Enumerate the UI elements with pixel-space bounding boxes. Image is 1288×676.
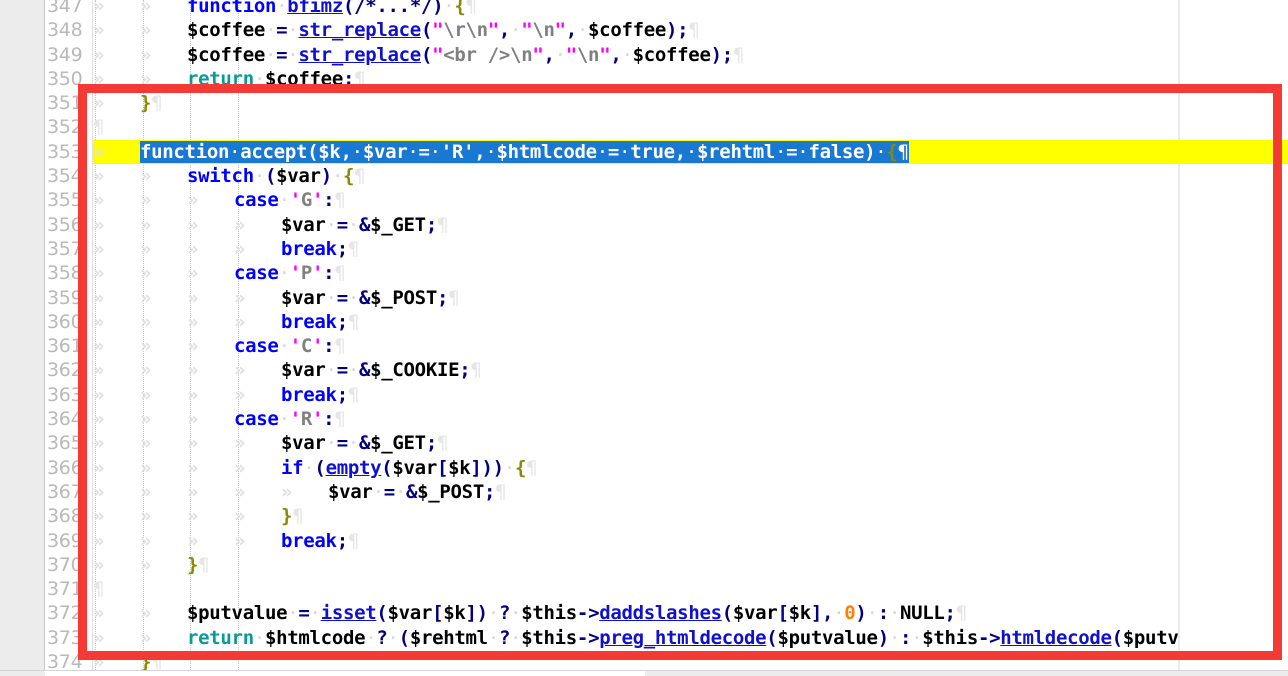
code-line-text[interactable]: »»»» $var·=·&$_POST;¶ [93, 286, 460, 310]
code-editor-window: 347 »» function·bfimz(/*...*/)·{¶ 348 »» $cof… [0, 0, 1288, 676]
code-line[interactable]: 366 »»»» if·(empty($var[$k]))·{¶ [0, 456, 1288, 480]
line-number: 359 [47, 286, 83, 309]
code-line[interactable]: 368 »»»»}¶ [0, 504, 1288, 528]
line-number: 349 [47, 43, 83, 66]
line-number: 354 [47, 165, 83, 188]
line-number: 373 [47, 626, 83, 649]
line-number: 368 [47, 505, 83, 528]
bottom-edge-inner [45, 671, 645, 676]
line-number: 350 [47, 67, 83, 90]
code-line-text[interactable]: »»»»» $var·=·&$_POST;¶ [93, 480, 507, 504]
code-line[interactable]: 360 »»»» break;¶ [0, 310, 1288, 334]
code-line-text[interactable]: »»»» $var·=·&$_GET;¶ [93, 213, 448, 237]
code-line[interactable]: 364 »»» case·'R':¶ [0, 407, 1288, 431]
line-number: 351 [47, 92, 83, 115]
code-line-text[interactable]: »»» case·'R':¶ [93, 407, 346, 431]
code-line-text[interactable]: »»»» $var·=·&$_COOKIE;¶ [93, 358, 482, 382]
code-line[interactable]: 350 »» return·$coffee;¶ [0, 67, 1288, 91]
code-line[interactable]: 353 » function·accept($k,·$var·=·'R',·$htm… [0, 139, 1288, 165]
code-line-text[interactable]: »»» case·'C':¶ [93, 334, 346, 358]
code-line[interactable]: 356 »»»» $var·=·&$_GET;¶ [0, 213, 1288, 237]
code-line[interactable]: 369 »»»» break;¶ [0, 529, 1288, 553]
code-line-text[interactable]: »»»» break;¶ [93, 529, 359, 553]
code-line-text[interactable]: »»» case·'G':¶ [93, 188, 346, 212]
text-selection: function·accept($k,·$var·=·'R',·$htmlcod… [140, 140, 909, 163]
line-number: 365 [47, 432, 83, 455]
code-line-text[interactable]: »»»» break;¶ [93, 237, 359, 261]
line-number: 360 [47, 310, 83, 333]
code-line[interactable]: 370 »»}¶ [0, 553, 1288, 577]
line-number: 366 [47, 456, 83, 479]
code-line[interactable]: 352 ¶ [0, 115, 1288, 139]
code-line-text[interactable]: »»» case·'P':¶ [93, 261, 346, 285]
line-number: 364 [47, 408, 83, 431]
line-number: 372 [47, 602, 83, 625]
code-line-text[interactable]: »»»»}¶ [93, 504, 304, 528]
code-line-text[interactable]: ¶ [93, 115, 104, 139]
line-number: 355 [47, 189, 83, 212]
code-line[interactable]: 362 »»»» $var·=·&$_COOKIE;¶ [0, 358, 1288, 382]
line-number: 357 [47, 237, 83, 260]
line-number: 352 [47, 116, 83, 139]
code-line-text[interactable]: »}¶ [93, 91, 163, 115]
code-line-text[interactable]: »»»» break;¶ [93, 310, 359, 334]
code-line-text[interactable]: »» $putvalue·=·isset($var[$k])·?·$this->d… [93, 601, 967, 625]
code-line[interactable]: 359 »»»» $var·=·&$_POST;¶ [0, 286, 1288, 310]
code-line[interactable]: 347 »» function·bfimz(/*...*/)·{¶ [0, 0, 1288, 18]
line-number: 362 [47, 359, 83, 382]
code-line-text[interactable]: »» return·$coffee;¶ [93, 67, 366, 91]
code-line-text[interactable]: »» $coffee·=·str_replace("<br />\n",·"\n"… [93, 43, 744, 67]
code-line[interactable]: 357 »»»» break;¶ [0, 237, 1288, 261]
code-line-text[interactable]: »»»» $var·=·&$_GET;¶ [93, 431, 448, 455]
code-line-text[interactable]: »»}¶ [93, 553, 210, 577]
code-line[interactable]: 367 »»»»» $var·=·&$_POST;¶ [0, 480, 1288, 504]
code-line[interactable]: 358 »»» case·'P':¶ [0, 261, 1288, 285]
code-line-list: 347 »» function·bfimz(/*...*/)·{¶ 348 »» $cof… [0, 0, 1288, 676]
code-line[interactable]: 373 »» return·$htmlcode·?·($rehtml·?·$this… [0, 626, 1288, 650]
line-number: 371 [47, 578, 83, 601]
line-number: 370 [47, 553, 83, 576]
code-line-text[interactable]: »»»» break;¶ [93, 383, 359, 407]
code-line[interactable]: 348 »» $coffee·=·str_replace("\r\n",·"\n",… [0, 18, 1288, 42]
code-line[interactable]: 354 »» switch·($var)·{¶ [0, 164, 1288, 188]
line-number: 347 [47, 0, 83, 17]
line-number: 369 [47, 529, 83, 552]
code-line-text[interactable]: »» return·$htmlcode·?·($rehtml·?·$this->p… [93, 626, 1179, 650]
line-number: 361 [47, 335, 83, 358]
code-line[interactable]: 372 »» $putvalue·=·isset($var[$k])·?·$this… [0, 601, 1288, 625]
code-line[interactable]: 351 »}¶ [0, 91, 1288, 115]
code-line[interactable]: 365 »»»» $var·=·&$_GET;¶ [0, 431, 1288, 455]
code-line[interactable]: 349 »» $coffee·=·str_replace("<br />\n",·"… [0, 43, 1288, 67]
line-number: 363 [47, 383, 83, 406]
code-line-text[interactable]: »» $coffee·=·str_replace("\r\n",·"\n",·$c… [93, 18, 700, 42]
line-number: 356 [47, 213, 83, 236]
line-number: 358 [47, 262, 83, 285]
editor-bottom-edge [0, 670, 1288, 676]
line-number: 348 [47, 19, 83, 42]
code-line-text[interactable]: »»»» if·(empty($var[$k]))·{¶ [93, 456, 538, 480]
code-line[interactable]: 361 »»» case·'C':¶ [0, 334, 1288, 358]
code-line[interactable]: 371 ¶ [0, 577, 1288, 601]
line-number: 367 [47, 480, 83, 503]
code-line[interactable]: 363 »»»» break;¶ [0, 383, 1288, 407]
code-line-text[interactable]: »» function·bfimz(/*...*/)·{¶ [93, 0, 477, 18]
code-line-text[interactable]: »» switch·($var)·{¶ [93, 164, 366, 188]
code-line[interactable]: 355 »»» case·'G':¶ [0, 188, 1288, 212]
code-line-text[interactable]: » function·accept($k,·$var·=·'R',·$htmlco… [93, 140, 909, 164]
code-line-text[interactable]: ¶ [93, 577, 104, 601]
line-number: 353 [47, 140, 83, 163]
